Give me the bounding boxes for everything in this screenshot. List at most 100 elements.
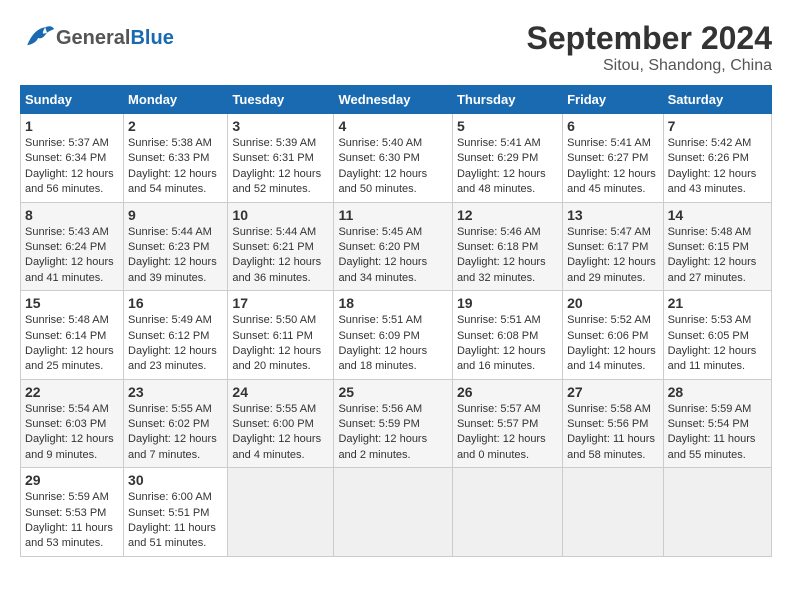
- calendar-cell: 8 Sunrise: 5:43 AM Sunset: 6:24 PM Dayli…: [21, 202, 124, 291]
- calendar-cell: 26 Sunrise: 5:57 AM Sunset: 5:57 PM Dayl…: [452, 379, 562, 468]
- day-info: Sunrise: 5:51 AM Sunset: 6:08 PM Dayligh…: [457, 313, 558, 375]
- day-number: 20: [567, 295, 658, 311]
- day-info: Sunrise: 5:48 AM Sunset: 6:14 PM Dayligh…: [25, 313, 119, 375]
- day-number: 9: [128, 207, 223, 223]
- day-info: Sunrise: 5:48 AM Sunset: 6:15 PM Dayligh…: [668, 225, 767, 287]
- day-number: 5: [457, 118, 558, 134]
- calendar-cell: 23 Sunrise: 5:55 AM Sunset: 6:02 PM Dayl…: [124, 379, 228, 468]
- col-wednesday: Wednesday: [334, 86, 453, 114]
- day-number: 27: [567, 384, 658, 400]
- weekday-header-row: Sunday Monday Tuesday Wednesday Thursday…: [21, 86, 772, 114]
- day-number: 24: [232, 384, 329, 400]
- day-info: Sunrise: 5:56 AM Sunset: 5:59 PM Dayligh…: [338, 402, 448, 464]
- day-info: Sunrise: 5:42 AM Sunset: 6:26 PM Dayligh…: [668, 136, 767, 198]
- calendar-cell: 28 Sunrise: 5:59 AM Sunset: 5:54 PM Dayl…: [663, 379, 771, 468]
- calendar-cell: [452, 468, 562, 557]
- calendar-cell: 15 Sunrise: 5:48 AM Sunset: 6:14 PM Dayl…: [21, 291, 124, 380]
- col-friday: Friday: [563, 86, 663, 114]
- calendar-cell: 18 Sunrise: 5:51 AM Sunset: 6:09 PM Dayl…: [334, 291, 453, 380]
- calendar-week-row: 1 Sunrise: 5:37 AM Sunset: 6:34 PM Dayli…: [21, 114, 772, 203]
- day-info: Sunrise: 5:59 AM Sunset: 5:53 PM Dayligh…: [25, 490, 119, 552]
- calendar-cell: 21 Sunrise: 5:53 AM Sunset: 6:05 PM Dayl…: [663, 291, 771, 380]
- calendar-title: September 2024: [527, 20, 772, 57]
- calendar-cell: 25 Sunrise: 5:56 AM Sunset: 5:59 PM Dayl…: [334, 379, 453, 468]
- day-number: 12: [457, 207, 558, 223]
- day-number: 13: [567, 207, 658, 223]
- day-number: 17: [232, 295, 329, 311]
- day-info: Sunrise: 5:41 AM Sunset: 6:27 PM Dayligh…: [567, 136, 658, 198]
- calendar-cell: 7 Sunrise: 5:42 AM Sunset: 6:26 PM Dayli…: [663, 114, 771, 203]
- col-thursday: Thursday: [452, 86, 562, 114]
- calendar-week-row: 22 Sunrise: 5:54 AM Sunset: 6:03 PM Dayl…: [21, 379, 772, 468]
- day-number: 19: [457, 295, 558, 311]
- calendar-table: Sunday Monday Tuesday Wednesday Thursday…: [20, 85, 772, 557]
- calendar-cell: 14 Sunrise: 5:48 AM Sunset: 6:15 PM Dayl…: [663, 202, 771, 291]
- calendar-cell: [334, 468, 453, 557]
- page-header: GeneralBlue September 2024 Sitou, Shando…: [20, 20, 772, 75]
- day-number: 11: [338, 207, 448, 223]
- day-info: Sunrise: 5:47 AM Sunset: 6:17 PM Dayligh…: [567, 225, 658, 287]
- day-number: 8: [25, 207, 119, 223]
- logo: GeneralBlue: [20, 20, 174, 56]
- calendar-cell: 1 Sunrise: 5:37 AM Sunset: 6:34 PM Dayli…: [21, 114, 124, 203]
- calendar-week-row: 29 Sunrise: 5:59 AM Sunset: 5:53 PM Dayl…: [21, 468, 772, 557]
- day-number: 2: [128, 118, 223, 134]
- calendar-cell: 3 Sunrise: 5:39 AM Sunset: 6:31 PM Dayli…: [228, 114, 334, 203]
- calendar-cell: 4 Sunrise: 5:40 AM Sunset: 6:30 PM Dayli…: [334, 114, 453, 203]
- day-info: Sunrise: 5:38 AM Sunset: 6:33 PM Dayligh…: [128, 136, 223, 198]
- calendar-cell: [228, 468, 334, 557]
- calendar-cell: 20 Sunrise: 5:52 AM Sunset: 6:06 PM Dayl…: [563, 291, 663, 380]
- day-number: 14: [668, 207, 767, 223]
- col-saturday: Saturday: [663, 86, 771, 114]
- calendar-week-row: 8 Sunrise: 5:43 AM Sunset: 6:24 PM Dayli…: [21, 202, 772, 291]
- calendar-title-block: September 2024 Sitou, Shandong, China: [527, 20, 772, 75]
- calendar-cell: 13 Sunrise: 5:47 AM Sunset: 6:17 PM Dayl…: [563, 202, 663, 291]
- calendar-subtitle: Sitou, Shandong, China: [527, 57, 772, 75]
- day-number: 25: [338, 384, 448, 400]
- day-info: Sunrise: 5:41 AM Sunset: 6:29 PM Dayligh…: [457, 136, 558, 198]
- day-info: Sunrise: 5:58 AM Sunset: 5:56 PM Dayligh…: [567, 402, 658, 464]
- day-number: 10: [232, 207, 329, 223]
- day-number: 18: [338, 295, 448, 311]
- day-info: Sunrise: 5:55 AM Sunset: 6:00 PM Dayligh…: [232, 402, 329, 464]
- calendar-cell: 5 Sunrise: 5:41 AM Sunset: 6:29 PM Dayli…: [452, 114, 562, 203]
- logo-bird-icon: [20, 20, 56, 56]
- day-number: 7: [668, 118, 767, 134]
- calendar-cell: 11 Sunrise: 5:45 AM Sunset: 6:20 PM Dayl…: [334, 202, 453, 291]
- calendar-cell: 9 Sunrise: 5:44 AM Sunset: 6:23 PM Dayli…: [124, 202, 228, 291]
- day-info: Sunrise: 6:00 AM Sunset: 5:51 PM Dayligh…: [128, 490, 223, 552]
- calendar-cell: [563, 468, 663, 557]
- day-number: 15: [25, 295, 119, 311]
- day-number: 4: [338, 118, 448, 134]
- calendar-cell: [663, 468, 771, 557]
- day-info: Sunrise: 5:44 AM Sunset: 6:21 PM Dayligh…: [232, 225, 329, 287]
- day-info: Sunrise: 5:44 AM Sunset: 6:23 PM Dayligh…: [128, 225, 223, 287]
- day-info: Sunrise: 5:43 AM Sunset: 6:24 PM Dayligh…: [25, 225, 119, 287]
- calendar-week-row: 15 Sunrise: 5:48 AM Sunset: 6:14 PM Dayl…: [21, 291, 772, 380]
- calendar-cell: 16 Sunrise: 5:49 AM Sunset: 6:12 PM Dayl…: [124, 291, 228, 380]
- day-number: 16: [128, 295, 223, 311]
- day-number: 22: [25, 384, 119, 400]
- day-info: Sunrise: 5:39 AM Sunset: 6:31 PM Dayligh…: [232, 136, 329, 198]
- day-info: Sunrise: 5:37 AM Sunset: 6:34 PM Dayligh…: [25, 136, 119, 198]
- day-info: Sunrise: 5:53 AM Sunset: 6:05 PM Dayligh…: [668, 313, 767, 375]
- calendar-cell: 2 Sunrise: 5:38 AM Sunset: 6:33 PM Dayli…: [124, 114, 228, 203]
- day-number: 30: [128, 472, 223, 488]
- logo-text: GeneralBlue: [56, 27, 174, 49]
- day-info: Sunrise: 5:46 AM Sunset: 6:18 PM Dayligh…: [457, 225, 558, 287]
- day-info: Sunrise: 5:40 AM Sunset: 6:30 PM Dayligh…: [338, 136, 448, 198]
- calendar-cell: 30 Sunrise: 6:00 AM Sunset: 5:51 PM Dayl…: [124, 468, 228, 557]
- calendar-cell: 29 Sunrise: 5:59 AM Sunset: 5:53 PM Dayl…: [21, 468, 124, 557]
- day-info: Sunrise: 5:45 AM Sunset: 6:20 PM Dayligh…: [338, 225, 448, 287]
- calendar-cell: 17 Sunrise: 5:50 AM Sunset: 6:11 PM Dayl…: [228, 291, 334, 380]
- calendar-cell: 10 Sunrise: 5:44 AM Sunset: 6:21 PM Dayl…: [228, 202, 334, 291]
- col-tuesday: Tuesday: [228, 86, 334, 114]
- col-monday: Monday: [124, 86, 228, 114]
- day-info: Sunrise: 5:57 AM Sunset: 5:57 PM Dayligh…: [457, 402, 558, 464]
- day-info: Sunrise: 5:51 AM Sunset: 6:09 PM Dayligh…: [338, 313, 448, 375]
- day-number: 29: [25, 472, 119, 488]
- day-info: Sunrise: 5:54 AM Sunset: 6:03 PM Dayligh…: [25, 402, 119, 464]
- calendar-cell: 22 Sunrise: 5:54 AM Sunset: 6:03 PM Dayl…: [21, 379, 124, 468]
- day-info: Sunrise: 5:59 AM Sunset: 5:54 PM Dayligh…: [668, 402, 767, 464]
- calendar-cell: 24 Sunrise: 5:55 AM Sunset: 6:00 PM Dayl…: [228, 379, 334, 468]
